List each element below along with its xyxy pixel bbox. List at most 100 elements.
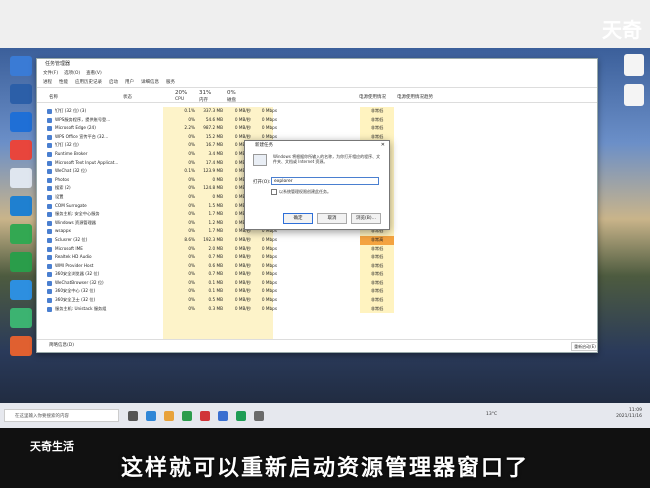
power-cell: 非常低 <box>360 107 394 116</box>
cpu-cell: 0% <box>188 288 195 294</box>
mem-cell: 0.1 MB <box>208 279 223 285</box>
col-status[interactable]: 状态 <box>123 94 132 100</box>
mem-cell: 15.2 MB <box>205 133 223 139</box>
mem-cell: 0 MB <box>212 176 223 182</box>
dialog-description: Windows 将根据你所输入的名称，为你打开相应的程序、文件夹、文档或 Int… <box>273 154 381 164</box>
table-row[interactable]: Microsoft Edge (24) 2.2% 987.2 MB 0 MB/秒 0 M… <box>37 124 597 133</box>
process-icon <box>47 203 52 209</box>
tab-startup[interactable]: 启动 <box>109 78 118 87</box>
cancel-button[interactable]: 取消 <box>317 213 347 224</box>
col-cpu-pct: 20% <box>175 90 188 96</box>
weather-widget[interactable]: 13°C <box>486 412 497 417</box>
checkbox-label: 以系统管理权限创建此任务。 <box>279 189 331 194</box>
col-disk[interactable]: 磁盘 <box>227 97 236 103</box>
disk-cell: 0 MB/秒 <box>234 271 251 277</box>
desktop-file-icon[interactable] <box>624 84 644 106</box>
table-row[interactable]: 钉钉 (32 位) (3) 0.1% 337.3 MB 0 MB/秒 0 Mbps 非常低 <box>37 107 597 116</box>
col-power-trend[interactable]: 电源使用情况趋势 <box>397 94 433 100</box>
power-cell: 非常低 <box>360 278 394 288</box>
browse-button[interactable]: 浏览(B)... <box>351 213 381 224</box>
table-row[interactable]: WeChatBrowser (32 位) 0% 0.1 MB 0 MB/秒 0 Mbps… <box>37 278 597 288</box>
desktop-app-icon[interactable] <box>10 224 32 244</box>
process-name: WPS服务程序，提供账号登... <box>55 116 111 122</box>
desktop-app-icon[interactable] <box>10 280 32 300</box>
column-header: 名称 状态 20% 31% 0% CPU 内存 磁盘 电源使用情况 电源使用情况… <box>37 88 597 103</box>
process-icon <box>47 220 52 226</box>
menu-options[interactable]: 选项(O) <box>64 69 80 78</box>
top-bar: 天奇 <box>0 0 650 48</box>
desktop-app-icon[interactable] <box>10 308 32 328</box>
desktop-app-icon[interactable] <box>10 252 32 272</box>
disk-cell: 0 MB/秒 <box>234 262 251 268</box>
process-name: COM Surrogate <box>55 202 87 208</box>
tab-users[interactable]: 用户 <box>125 78 134 87</box>
cpu-cell: 0% <box>188 271 195 277</box>
desktop-app-icon[interactable] <box>10 196 32 216</box>
desktop-app-icon[interactable] <box>10 112 32 132</box>
cpu-cell: 0% <box>188 262 195 268</box>
cpu-cell: 0% <box>188 159 195 165</box>
process-name: Realtek HD Audio <box>55 254 92 260</box>
admin-checkbox[interactable]: 以系统管理权限创建此任务。 <box>271 189 331 195</box>
mem-cell: 54.6 MB <box>205 116 223 122</box>
table-row[interactable]: WMI Provider Host 0% 0.6 MB 0 MB/秒 0 Mbps 非常低 <box>37 261 597 271</box>
col-power[interactable]: 电源使用情况 <box>359 94 386 100</box>
desktop-app-icon[interactable] <box>10 84 32 104</box>
process-icon <box>47 126 52 132</box>
col-mem-pct: 31% <box>199 90 212 96</box>
restart-button[interactable]: 重新启动(E) <box>571 342 597 351</box>
run-dialog[interactable]: 新建任务 ✕ Windows 将根据你所输入的名称，为你打开相应的程序、文件夹、… <box>244 140 390 230</box>
table-row[interactable]: Sclusrer (32 位) 8.6% 192.3 MB 0 MB/秒 0 Mbps 非… <box>37 235 597 245</box>
tab-processes[interactable]: 进程 <box>43 78 52 87</box>
desktop-app-icon[interactable] <box>10 140 32 160</box>
col-mem[interactable]: 内存 <box>199 97 208 103</box>
task-view-icon[interactable] <box>128 411 138 421</box>
wps-icon[interactable] <box>200 411 210 421</box>
menu-view[interactable]: 查看(V) <box>86 69 102 78</box>
tab-app-history[interactable]: 应用历史记录 <box>75 78 102 87</box>
open-input[interactable]: explorer <box>271 177 379 185</box>
mem-cell: 124.8 MB <box>203 185 223 191</box>
app-icon[interactable] <box>218 411 228 421</box>
tab-services[interactable]: 服务 <box>166 78 175 87</box>
net-cell: 0 Mbps <box>261 236 277 242</box>
app-icon[interactable] <box>236 411 246 421</box>
task-manager-icon[interactable] <box>254 411 264 421</box>
fewer-details-link[interactable]: 简略信息(D) <box>49 343 74 348</box>
cpu-cell: 0% <box>188 142 195 148</box>
explorer-icon[interactable] <box>164 411 174 421</box>
desktop-app-icon[interactable] <box>10 336 32 356</box>
taskbar-search[interactable]: 在这里输入你要搜索的内容 <box>4 409 119 422</box>
run-icon <box>253 154 267 166</box>
table-row[interactable]: Realtek HD Audio 0% 0.7 MB 0 MB/秒 0 Mbps 非常低 <box>37 253 597 262</box>
ok-button[interactable]: 确定 <box>283 213 313 224</box>
table-row[interactable]: 360安全中心 (32 位) 0% 0.1 MB 0 MB/秒 0 Mbps 非常低 <box>37 287 597 297</box>
table-row[interactable]: WPS服务程序，提供账号登... 0% 54.6 MB 0 MB/秒 0 Mbps 非常低 <box>37 115 597 125</box>
desktop-file-icon[interactable] <box>624 54 644 76</box>
col-disk-pct: 0% <box>227 90 236 96</box>
edge-icon[interactable] <box>146 411 156 421</box>
mem-cell: 0.6 MB <box>208 262 223 268</box>
table-row[interactable]: Microsoft IME 0% 2.0 MB 0 MB/秒 0 Mbps 非常低 <box>37 244 597 254</box>
process-icon <box>47 186 52 192</box>
table-row[interactable]: 360安全卫士 (32 位) 0% 0.5 MB 0 MB/秒 0 Mbps 非常低 <box>37 296 597 305</box>
col-name[interactable]: 名称 <box>49 94 58 100</box>
col-cpu[interactable]: CPU <box>175 97 184 102</box>
process-name: Microsoft IME <box>55 245 83 251</box>
disk-cell: 0 MB/秒 <box>234 116 251 122</box>
tab-details[interactable]: 详细信息 <box>141 78 159 87</box>
cpu-cell: 2.2% <box>184 125 195 131</box>
menu-file[interactable]: 文件(F) <box>43 69 58 78</box>
tab-performance[interactable]: 性能 <box>59 78 68 87</box>
desktop-app-icon[interactable] <box>10 56 32 76</box>
checkbox-box[interactable] <box>271 189 277 195</box>
table-row[interactable]: 服务主机: Unistack 服务组 0% 0.3 MB 0 MB/秒 0 Mbps 非常… <box>37 304 597 314</box>
system-clock[interactable]: 11:09 2021/11/16 <box>616 408 642 420</box>
wechat-icon[interactable] <box>182 411 192 421</box>
table-row[interactable]: 360安全浏览器 (32 位) 0% 0.7 MB 0 MB/秒 0 Mbps 非常低 <box>37 270 597 279</box>
close-icon[interactable]: ✕ <box>381 141 385 150</box>
desktop-app-icon[interactable] <box>10 168 32 188</box>
net-cell: 0 Mbps <box>261 108 277 113</box>
process-name: WeChat (32 位) <box>55 168 87 174</box>
process-name: 钉钉 (32 位) (3) <box>55 108 87 113</box>
